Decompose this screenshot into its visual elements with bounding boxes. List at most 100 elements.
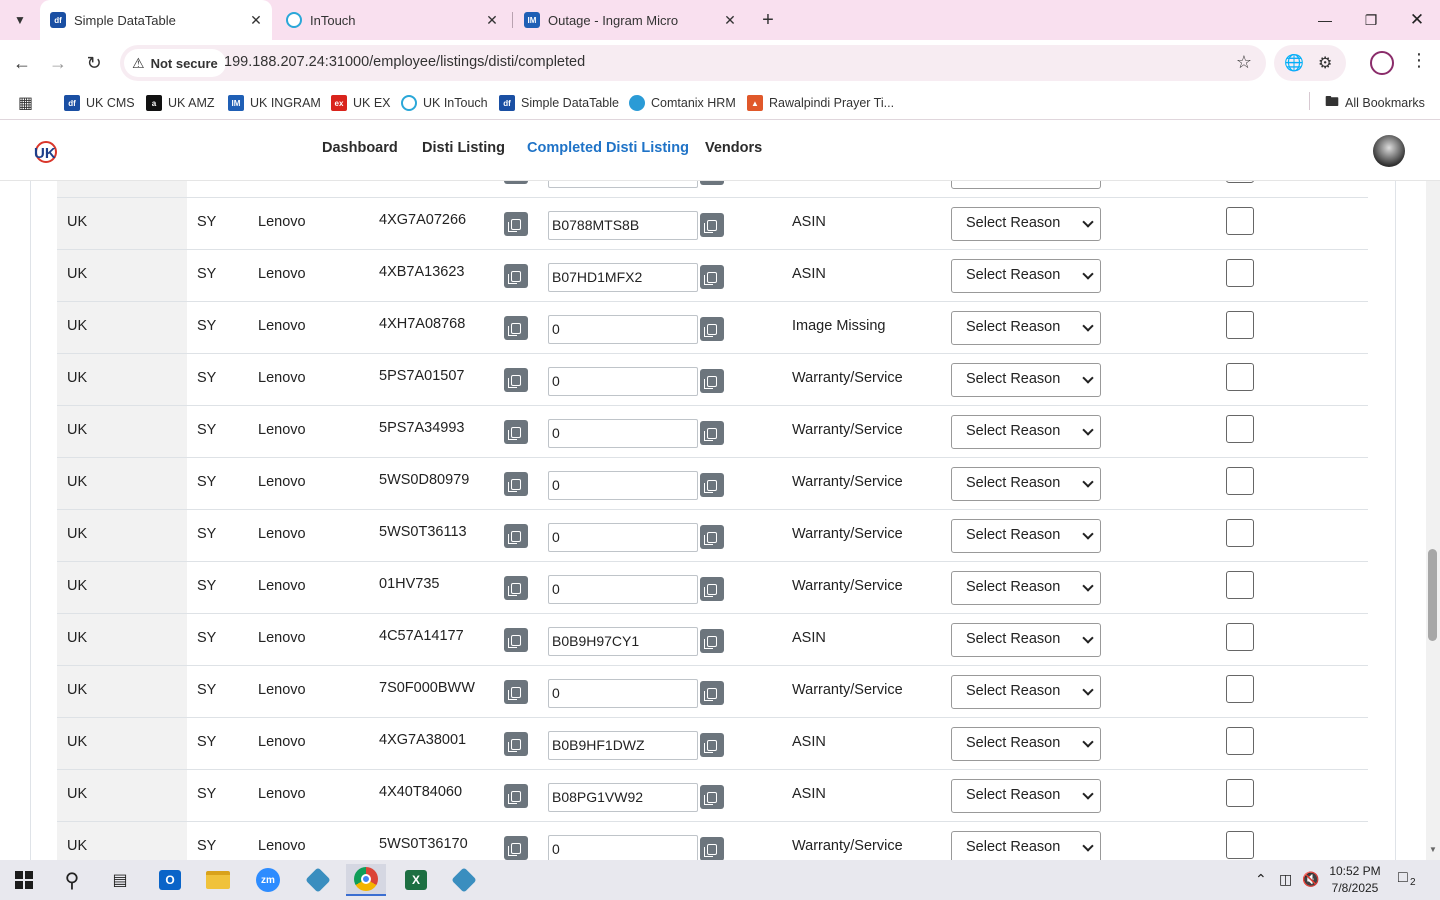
close-window-icon[interactable]: ✕ [1394, 0, 1440, 40]
reason-select[interactable]: Select Reason [951, 779, 1101, 813]
reason-select[interactable]: Select Reason [951, 207, 1101, 241]
address-bar[interactable]: ⚠ Not secure 199.188.207.24:31000/employ… [120, 45, 1266, 81]
row-checkbox[interactable] [1226, 181, 1254, 183]
row-checkbox[interactable] [1226, 363, 1254, 391]
bookmark-uk-intouch[interactable]: UK InTouch [401, 92, 488, 114]
search-icon[interactable]: ⚲ [52, 864, 92, 896]
volume-muted-icon[interactable]: 🔇 [1302, 871, 1319, 888]
bookmark-uk-cms[interactable]: df UK CMS [64, 92, 135, 114]
row-checkbox[interactable] [1226, 623, 1254, 651]
asin-input[interactable]: 0 [548, 523, 698, 552]
copy-sku-button[interactable] [504, 524, 528, 548]
close-tab-icon[interactable]: ✕ [720, 10, 740, 30]
bookmark-uk-ex[interactable]: ex UK EX [331, 92, 391, 114]
copy-asin-button[interactable] [700, 681, 724, 705]
browser-menu-icon[interactable]: ⋮ [1410, 50, 1428, 71]
scroll-down-icon[interactable]: ▼ [1429, 845, 1437, 854]
copy-sku-button[interactable] [504, 181, 528, 184]
row-checkbox[interactable] [1226, 831, 1254, 859]
bookmark-uk-amz[interactable]: a UK AMZ [146, 92, 215, 114]
copy-sku-button[interactable] [504, 316, 528, 340]
reason-select[interactable]: Select Reason [951, 259, 1101, 293]
copy-asin-button[interactable] [700, 837, 724, 860]
reason-select[interactable]: Select Reason [951, 415, 1101, 449]
reason-select[interactable]: Select Reason [951, 623, 1101, 657]
reason-select[interactable]: Select Reason [951, 727, 1101, 761]
copy-asin-button[interactable] [700, 421, 724, 445]
copy-sku-button[interactable] [504, 628, 528, 652]
copy-asin-button[interactable] [700, 473, 724, 497]
copy-sku-button[interactable] [504, 732, 528, 756]
notification-center-icon[interactable]: □ 2 [1398, 869, 1422, 891]
copy-asin-button[interactable] [700, 369, 724, 393]
copy-sku-button[interactable] [504, 784, 528, 808]
tray-chevron-icon[interactable]: ⌃ [1255, 871, 1267, 888]
back-icon[interactable]: ← [8, 49, 36, 77]
copy-sku-button[interactable] [504, 836, 528, 860]
copy-sku-button[interactable] [504, 680, 528, 704]
app-icon[interactable] [298, 864, 338, 896]
asin-input[interactable]: 0 [548, 471, 698, 500]
copy-sku-button[interactable] [504, 576, 528, 600]
reason-select[interactable]: Select Reason [951, 675, 1101, 709]
bookmark-uk-ingram[interactable]: IM UK INGRAM [228, 92, 321, 114]
reason-select[interactable]: Select Reason [951, 519, 1101, 553]
nav-vendors[interactable]: Vendors [705, 140, 762, 156]
outlook-icon[interactable]: O [150, 864, 190, 896]
asin-input[interactable]: 0 [548, 575, 698, 604]
scrollbar-thumb[interactable] [1428, 549, 1437, 641]
bookmark-star-icon[interactable]: ☆ [1236, 52, 1252, 73]
row-checkbox[interactable] [1226, 779, 1254, 807]
asin-input[interactable]: 0 [548, 315, 698, 344]
nav-completed-disti-listing[interactable]: Completed Disti Listing [527, 140, 689, 156]
url-text[interactable]: 199.188.207.24:31000/employee/listings/d… [224, 54, 585, 70]
row-checkbox[interactable] [1226, 311, 1254, 339]
restore-icon[interactable]: ❐ [1348, 0, 1394, 40]
copy-sku-button[interactable] [504, 264, 528, 288]
reason-select[interactable]: Select Reason [951, 831, 1101, 860]
copy-asin-button[interactable] [700, 629, 724, 653]
asin-input[interactable]: B08PG1VW92 [548, 783, 698, 812]
asin-input[interactable]: 0 [548, 419, 698, 448]
asin-input[interactable]: B0788MTS8B [548, 211, 698, 240]
row-checkbox[interactable] [1226, 207, 1254, 235]
asin-input[interactable]: B0B9HF1DWZ [548, 731, 698, 760]
row-checkbox[interactable] [1226, 259, 1254, 287]
copy-asin-button[interactable] [700, 577, 724, 601]
task-view-icon[interactable]: ▤ [100, 864, 140, 896]
asin-input[interactable]: B0B9H97CY1 [548, 627, 698, 656]
reason-select[interactable]: Select Reason [951, 363, 1101, 397]
row-checkbox[interactable] [1226, 727, 1254, 755]
avatar[interactable] [1373, 135, 1405, 167]
all-bookmarks[interactable]: 🖿 All Bookmarks [1325, 92, 1425, 114]
copy-sku-button[interactable] [504, 420, 528, 444]
new-tab-icon[interactable]: + [756, 8, 780, 32]
copy-asin-button[interactable] [700, 181, 724, 185]
reason-select[interactable]: Select Reason [951, 571, 1101, 605]
extensions-puzzle-icon[interactable]: ⚙ [1318, 53, 1332, 73]
copy-asin-button[interactable] [700, 213, 724, 237]
tab-simple-datatable[interactable]: df Simple DataTable ✕ [40, 0, 272, 40]
reload-icon[interactable]: ↻ [80, 49, 108, 77]
copy-asin-button[interactable] [700, 317, 724, 341]
apps-grid-icon[interactable]: ▦ [18, 92, 33, 114]
close-tab-icon[interactable]: ✕ [482, 10, 502, 30]
copy-asin-button[interactable] [700, 525, 724, 549]
row-checkbox[interactable] [1226, 675, 1254, 703]
profile-icon[interactable] [1370, 51, 1394, 75]
site-info-chip[interactable]: ⚠ Not secure [124, 49, 226, 77]
page-scrollbar[interactable]: ▲ ▼ [1426, 121, 1440, 860]
uk-logo-icon[interactable]: UK [32, 139, 58, 165]
tab-outage-ingram[interactable]: IM Outage - Ingram Micro ✕ [514, 0, 746, 40]
reason-select[interactable]: Select Reason [951, 311, 1101, 345]
network-icon[interactable]: ◫ [1279, 871, 1292, 888]
close-tab-icon[interactable]: ✕ [246, 10, 266, 30]
app-icon[interactable] [444, 864, 484, 896]
asin-input[interactable] [548, 181, 698, 188]
nav-dashboard[interactable]: Dashboard [322, 140, 398, 156]
file-explorer-icon[interactable] [198, 864, 238, 896]
reason-select[interactable]: Select Reason [951, 181, 1101, 189]
bookmark-rawalpindi-prayer[interactable]: ▲ Rawalpindi Prayer Ti... [747, 92, 894, 114]
system-clock[interactable]: 10:52 PM 7/8/2025 [1324, 863, 1386, 897]
copy-asin-button[interactable] [700, 265, 724, 289]
